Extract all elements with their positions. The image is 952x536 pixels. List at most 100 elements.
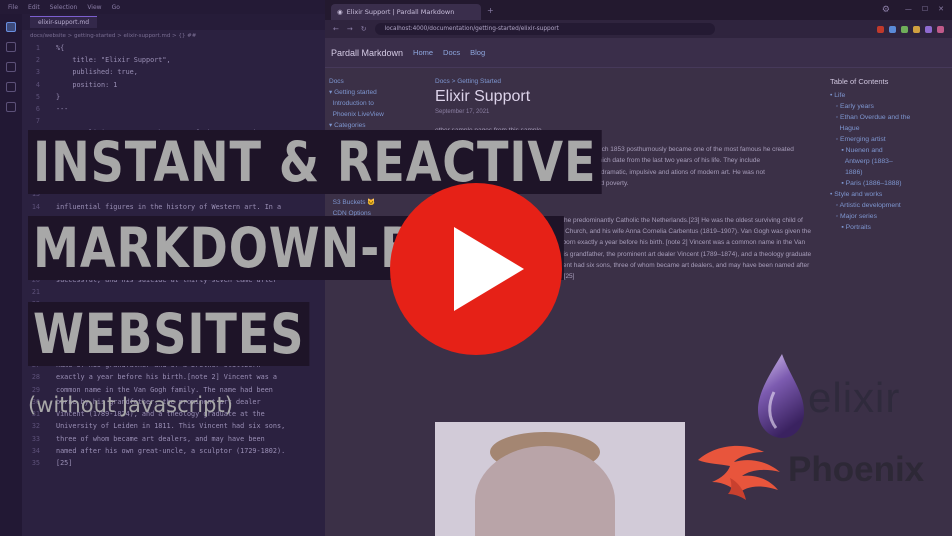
code-line: 4 position: 1 bbox=[22, 79, 325, 91]
window-controls: — ☐ ✕ bbox=[905, 5, 944, 13]
elixir-drop-icon bbox=[758, 354, 804, 438]
video-thumbnail: File Edit Selection View Go elixir-suppo… bbox=[0, 0, 952, 536]
toc-item[interactable]: ▪ Portraits bbox=[830, 222, 948, 233]
menu-edit[interactable]: Edit bbox=[28, 4, 40, 11]
minimize-icon[interactable]: — bbox=[905, 5, 912, 13]
line-number: 5 bbox=[35, 92, 40, 101]
phoenix-bird-icon bbox=[698, 445, 780, 500]
code-line: 28 exactly a year before his birth.[note … bbox=[22, 371, 325, 383]
toc-item[interactable]: ◦ Artistic development bbox=[830, 200, 948, 211]
code-text: exactly a year before his birth.[note 2]… bbox=[56, 373, 277, 382]
back-icon[interactable]: ← bbox=[333, 25, 339, 33]
extensions-icon[interactable] bbox=[6, 102, 16, 112]
extension-icon[interactable] bbox=[925, 25, 932, 33]
table-of-contents: Table of Contents • Life ◦ Early years ◦… bbox=[830, 76, 948, 233]
menu-selection[interactable]: Selection bbox=[50, 4, 78, 11]
new-tab-icon[interactable]: + bbox=[487, 6, 494, 15]
maximize-icon[interactable]: ☐ bbox=[922, 5, 928, 13]
gear-icon[interactable]: ⚙ bbox=[882, 5, 890, 15]
code-line: 2 title: "Elixir Support", bbox=[22, 54, 325, 66]
debug-icon[interactable] bbox=[6, 82, 16, 92]
close-icon[interactable]: ✕ bbox=[938, 5, 944, 13]
address-bar[interactable]: localhost:4000/documentation/getting-sta… bbox=[374, 23, 715, 35]
nav-docs[interactable]: Docs bbox=[443, 48, 460, 57]
code-line: 34 named after his own great-uncle, a scu… bbox=[22, 445, 325, 457]
play-button[interactable] bbox=[390, 183, 562, 355]
article-breadcrumb[interactable]: Docs > Getting Started bbox=[435, 78, 815, 85]
nav-home[interactable]: Home bbox=[413, 48, 433, 57]
toc-item[interactable]: ◦ Major series bbox=[830, 211, 948, 222]
toc-item[interactable]: ▪ Paris (1886–1888) bbox=[830, 178, 948, 189]
sidebar-item[interactable]: Phoenix LiveView bbox=[329, 109, 421, 120]
activity-bar bbox=[0, 14, 22, 536]
browser-toolbar: ← → ↻ localhost:4000/documentation/getti… bbox=[325, 20, 952, 38]
sidebar-item[interactable]: Docs bbox=[329, 76, 421, 87]
toc-item[interactable]: 1886) bbox=[830, 167, 948, 178]
line-number: 35 bbox=[31, 458, 40, 467]
search-icon[interactable] bbox=[6, 42, 16, 52]
line-number: 6 bbox=[35, 105, 40, 114]
extension-icon[interactable] bbox=[937, 25, 944, 33]
code-line: 32 University of Leiden in 1811. This Vin… bbox=[22, 420, 325, 432]
article-title: Elixir Support bbox=[435, 88, 531, 105]
editor-breadcrumb: docs/website > getting-started > elixir-… bbox=[30, 33, 197, 39]
code-line: 6 --- bbox=[22, 103, 325, 115]
extension-icon[interactable] bbox=[913, 25, 920, 33]
code-line: 1 %{ bbox=[22, 42, 325, 54]
code-text: %{ bbox=[56, 44, 65, 52]
code-line: 33 three of whom became art dealers, and … bbox=[22, 433, 325, 445]
line-number: 1 bbox=[35, 44, 40, 52]
article-date: September 17, 2021 bbox=[435, 109, 490, 115]
code-line: 21 bbox=[22, 286, 325, 298]
headline-line-3: WEBSITES bbox=[28, 302, 310, 366]
code-text: named after his own great-uncle, a sculp… bbox=[56, 446, 286, 455]
toc-item[interactable]: ▪ Nuenen and bbox=[830, 145, 948, 156]
menu-go[interactable]: Go bbox=[112, 4, 120, 11]
browser-tab[interactable]: ◉ Elixir Support | Pardall Markdown bbox=[331, 4, 481, 20]
line-number: 2 bbox=[35, 56, 40, 65]
sidebar-item[interactable]: Introduction to bbox=[329, 98, 421, 109]
extension-icon[interactable] bbox=[877, 25, 884, 33]
toc-item[interactable]: ◦ Early years bbox=[830, 101, 948, 112]
explorer-icon[interactable] bbox=[6, 22, 16, 32]
code-text: --- bbox=[56, 105, 69, 114]
line-number: 7 bbox=[35, 117, 40, 126]
code-text: three of whom became art dealers, and ma… bbox=[56, 434, 265, 443]
line-number: 4 bbox=[35, 80, 40, 89]
menu-view[interactable]: View bbox=[87, 4, 101, 11]
menu-file[interactable]: File bbox=[8, 4, 18, 11]
code-line: 14 influential figures in the history of … bbox=[22, 201, 325, 213]
headline-subtitle: (without Javascript) bbox=[28, 393, 233, 417]
site-navbar: Pardall Markdown Home Docs Blog bbox=[325, 38, 952, 68]
toc-item[interactable]: Antwerp (1883– bbox=[830, 156, 948, 167]
nav-blog[interactable]: Blog bbox=[470, 48, 485, 57]
code-text: title: "Elixir Support", bbox=[56, 56, 171, 65]
phoenix-logo: Phoenix bbox=[694, 438, 944, 508]
toc-item[interactable]: ◦ Ethan Overdue and the bbox=[830, 112, 948, 123]
forward-icon[interactable]: → bbox=[347, 25, 353, 33]
line-number: 28 bbox=[31, 373, 40, 382]
extensions-row bbox=[877, 25, 944, 33]
toc-item[interactable]: Hague bbox=[830, 123, 948, 134]
toc-item[interactable]: ◦ Emerging artist bbox=[830, 134, 948, 145]
line-number: 33 bbox=[31, 434, 40, 443]
line-number: 3 bbox=[35, 68, 40, 77]
sidebar-item[interactable]: ▾ Getting started bbox=[329, 87, 421, 98]
toc-item[interactable]: • Life bbox=[830, 90, 948, 101]
line-number: 32 bbox=[31, 422, 40, 431]
line-number: 14 bbox=[31, 202, 40, 211]
browser-tab-title: Elixir Support | Pardall Markdown bbox=[346, 8, 455, 16]
editor-tab[interactable]: elixir-support.md bbox=[30, 16, 98, 28]
extension-icon[interactable] bbox=[901, 25, 908, 33]
toc-heading: Table of Contents bbox=[830, 77, 889, 86]
code-text: published: true, bbox=[56, 68, 138, 77]
source-control-icon[interactable] bbox=[6, 62, 16, 72]
site-brand[interactable]: Pardall Markdown bbox=[331, 48, 403, 58]
elixir-logo: elixir bbox=[752, 352, 922, 442]
code-line: 7 bbox=[22, 115, 325, 127]
reload-icon[interactable]: ↻ bbox=[361, 25, 367, 33]
extension-icon[interactable] bbox=[889, 25, 896, 33]
editor-tabbar: elixir-support.md bbox=[0, 14, 325, 30]
phoenix-wordmark: Phoenix bbox=[788, 450, 925, 489]
toc-item[interactable]: • Style and works bbox=[830, 189, 948, 200]
